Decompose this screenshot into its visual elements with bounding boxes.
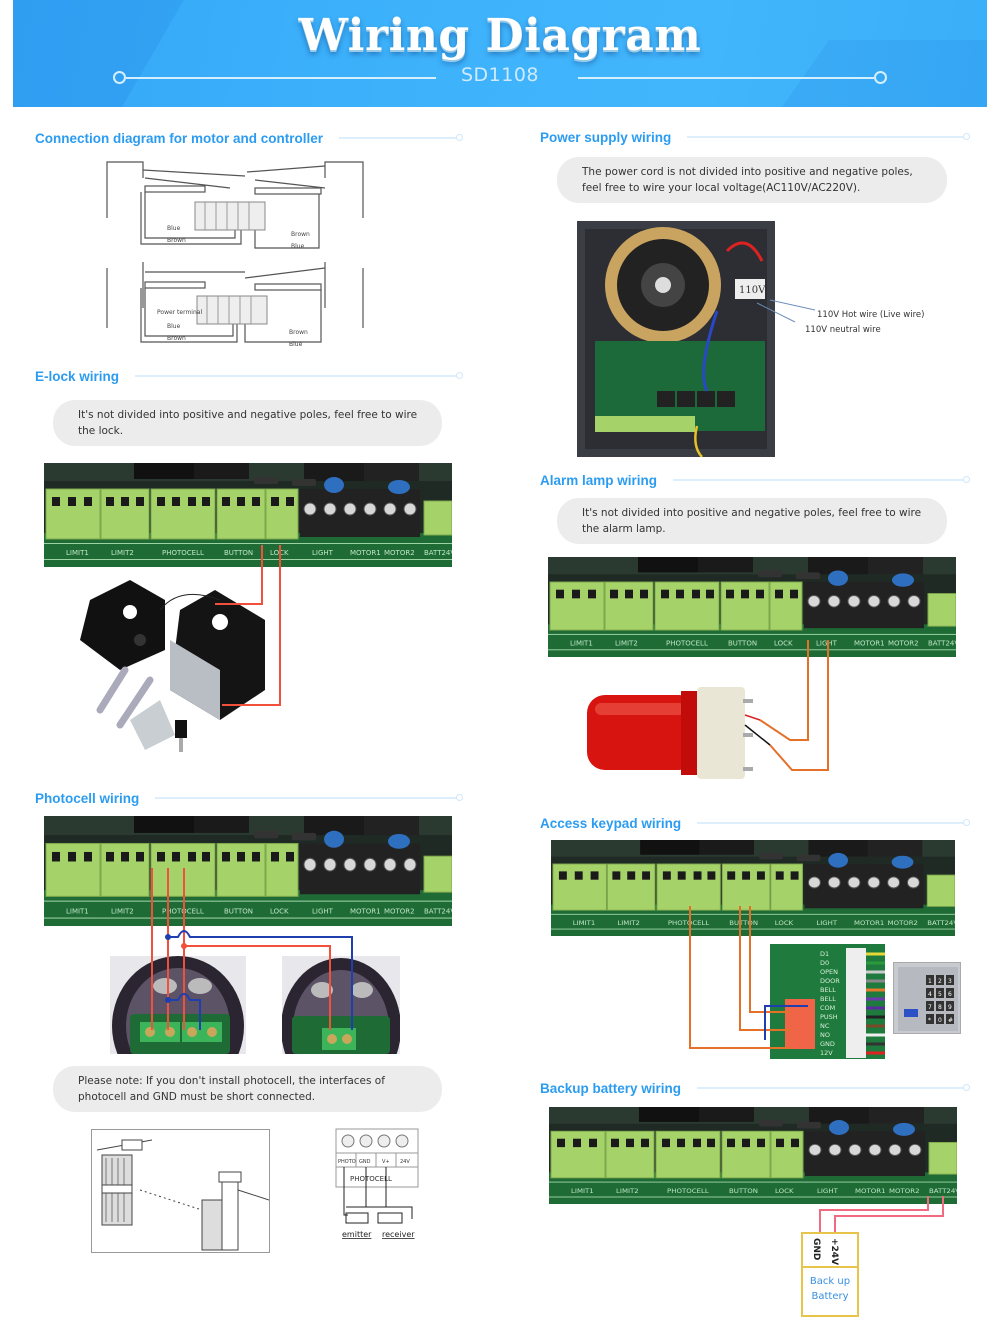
photocell-emitter-photo — [110, 956, 246, 1054]
keypad-pin-label: DOOR — [820, 977, 840, 985]
banner-divider — [578, 77, 874, 79]
wire-label: Brown — [291, 231, 310, 238]
keypad-key-label: 5 — [938, 991, 942, 998]
section-title: Access keypad wiring — [540, 815, 682, 831]
emitter-label: emitter — [342, 1230, 372, 1239]
keypad-pin-label: D0 — [820, 959, 829, 967]
receiver-label: receiver — [382, 1230, 415, 1239]
battery-label-line1: Back up — [809, 1276, 851, 1287]
section-divider — [155, 795, 463, 801]
section-header-alarm-lamp: Alarm lamp wiring — [540, 469, 970, 491]
keypad-key-label: 0 — [938, 1017, 942, 1024]
terminal-110v-label: 110V — [739, 285, 766, 296]
keypad-key-label: 9 — [948, 1004, 952, 1011]
wire-label: Brown — [167, 335, 186, 342]
note-text: It's not divided into positive and negat… — [582, 507, 922, 535]
photocell-receiver-photo — [282, 956, 400, 1054]
terminal-label: PHOTO — [338, 1159, 356, 1165]
keypad-key-label: 6 — [948, 991, 952, 998]
section-title: Power supply wiring — [540, 129, 672, 145]
keypad-pin-label: NO — [820, 1031, 830, 1039]
page-title: Wiring Diagram — [298, 10, 702, 61]
header-banner: Wiring Diagram SD1108 — [13, 0, 987, 107]
keypad-pin-label: BELL — [820, 995, 836, 1003]
power-terminal-label: Power terminal — [157, 309, 202, 316]
section-title: E-lock wiring — [35, 368, 120, 384]
section-header-photocell: Photocell wiring — [35, 787, 463, 809]
keypad-pin-label: D1 — [820, 950, 829, 958]
wire-label: Blue — [291, 243, 305, 250]
section-header-access-keypad: Access keypad wiring — [540, 812, 970, 834]
battery-label-line2: Battery — [811, 1291, 849, 1302]
keypad-pin-label: COM — [820, 1004, 835, 1012]
photocell-schematic: PHOTO GND V+ 24V PHOTOCELL emitter recei… — [332, 1127, 422, 1242]
keypad-pin-label: 12V — [820, 1049, 833, 1057]
keypad-key-label: * — [928, 1017, 931, 1024]
alarm-lamp-note: It's not divided into positive and negat… — [557, 498, 947, 544]
photocell-note: Please note: If you don't install photoc… — [53, 1066, 442, 1112]
terminal-label: GND — [359, 1159, 371, 1165]
hot-wire-callout: 110V Hot wire (Live wire) — [817, 310, 925, 320]
motor-controller-diagram: Blue Brown Brown Blue Power terminal Blu… — [105, 158, 365, 348]
battery-terminals: GND +24V — [803, 1234, 857, 1268]
keypad-key-label: # — [948, 1017, 953, 1024]
elock-note: It's not divided into positive and negat… — [53, 400, 442, 446]
section-title: Backup battery wiring — [540, 1080, 682, 1096]
section-divider — [687, 134, 970, 140]
note-text: It's not divided into positive and negat… — [78, 409, 418, 437]
section-header-elock: E-lock wiring — [35, 365, 463, 387]
section-divider — [673, 477, 970, 483]
terminal-label: V+ — [382, 1159, 390, 1165]
v24-terminal-label: +24V — [829, 1238, 839, 1266]
power-supply-note: The power cord is not divided into posit… — [557, 157, 947, 203]
keypad-pin-label: BELL — [820, 986, 836, 994]
note-text: Please note: If you don't install photoc… — [78, 1075, 385, 1103]
model-number: SD1108 — [460, 64, 540, 86]
controller-board-photo — [549, 1107, 957, 1204]
section-title: Photocell wiring — [35, 790, 140, 806]
keypad-key-label: 1 — [928, 978, 932, 985]
gate-photocell-illustration — [91, 1129, 270, 1253]
alarm-lamp-photo — [585, 685, 760, 785]
neutral-wire-callout: 110V neutral wire — [805, 325, 881, 335]
keypad-key-label: 4 — [928, 991, 932, 998]
keypad-key-label: 2 — [938, 978, 942, 985]
wire-label: Blue — [289, 341, 303, 348]
keypad-pin-label: NC — [820, 1022, 830, 1030]
controller-board-photo — [551, 840, 955, 936]
wire-label: Blue — [167, 225, 181, 232]
controller-board-photo — [44, 463, 452, 567]
access-keypad-device: 1 2 3 4 5 6 7 8 9 * 0 # — [893, 962, 961, 1034]
wire-label: Brown — [167, 237, 186, 244]
controller-board-photo — [548, 557, 956, 657]
section-divider — [697, 820, 970, 826]
wire-label: Blue — [167, 323, 181, 330]
keypad-pin-label: PUSH — [820, 1013, 838, 1021]
elock-photo — [70, 560, 310, 770]
keypad-wiring-board-photo: D1 D0 OPEN DOOR BELL BELL COM PUSH NC NO GND 12V — [770, 944, 885, 1059]
section-header-backup-battery: Backup battery wiring — [540, 1077, 970, 1099]
section-divider — [697, 1085, 970, 1091]
power-supply-photo: 110V — [577, 221, 775, 457]
section-divider — [135, 373, 463, 379]
controller-board-photo — [44, 816, 452, 926]
keypad-pin-label: OPEN — [820, 968, 838, 976]
keypad-pin-label: GND — [820, 1040, 835, 1048]
wire-label: Brown — [289, 329, 308, 336]
gnd-terminal-label: GND — [811, 1238, 821, 1261]
battery-label: Back up Battery — [803, 1268, 857, 1304]
section-divider — [339, 135, 463, 141]
keypad-key-label: 8 — [938, 1004, 942, 1011]
banner-dot-icon — [874, 71, 887, 84]
keypad-key-label: 3 — [948, 978, 952, 985]
section-header-power-supply: Power supply wiring — [540, 126, 970, 148]
terminal-label: 24V — [400, 1159, 410, 1165]
keypad-key-label: 7 — [928, 1004, 932, 1011]
section-title: Connection diagram for motor and control… — [35, 130, 324, 146]
section-title: Alarm lamp wiring — [540, 472, 658, 488]
note-text: The power cord is not divided into posit… — [582, 166, 913, 194]
section-header-motor-controller: Connection diagram for motor and control… — [35, 127, 463, 149]
backup-battery-box: GND +24V Back up Battery — [801, 1232, 859, 1317]
